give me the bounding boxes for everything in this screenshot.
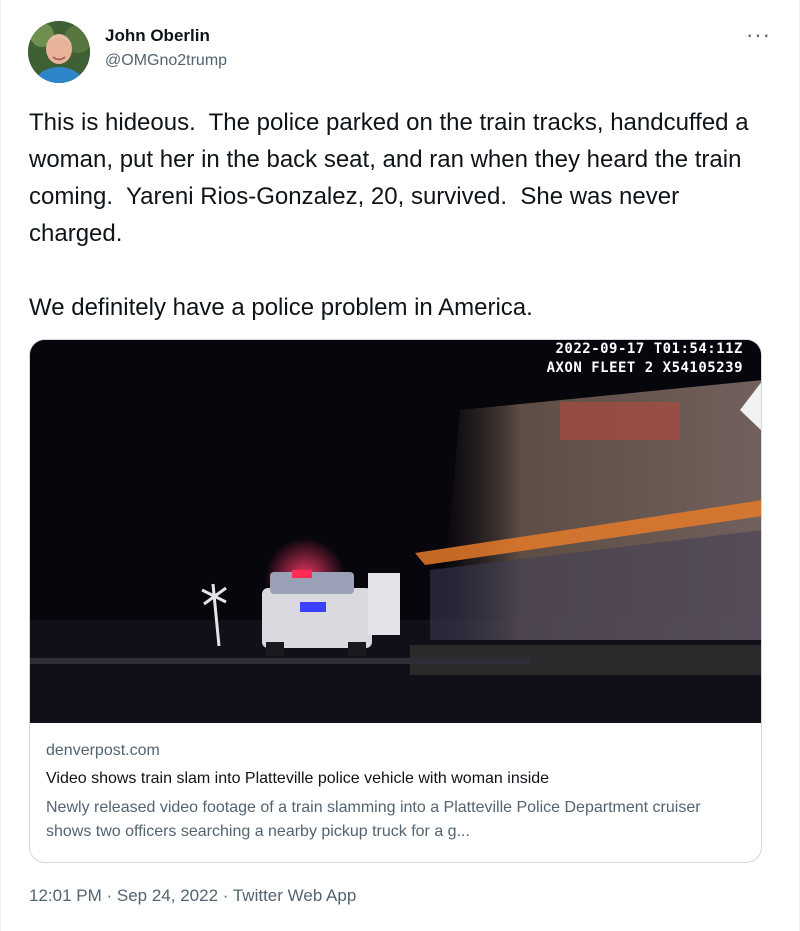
tweet-time[interactable]: 12:01 PM: [29, 886, 102, 905]
overlay-timestamp: 2022-09-17 T01:54:11Z: [555, 341, 743, 357]
card-title: Video shows train slam into Platteville …: [46, 770, 550, 787]
link-card[interactable]: 2022-09-17 T01:54:11Z AXON FLEET 2 X5410…: [29, 339, 762, 863]
tweet-footer: 12:01 PM · Sep 24, 2022 · Twitter Web Ap…: [29, 884, 356, 908]
footer-separator: ·: [101, 886, 117, 905]
tweet-source[interactable]: Twitter Web App: [233, 886, 356, 905]
tweet-text: This is hideous. The police parked on th…: [29, 109, 749, 321]
tweet: John Oberlin @OMGno2trump ··· This is hi…: [0, 0, 800, 931]
video-overlay-stamp: 2022-09-17 T01:54:11Z AXON FLEET 2 X5410…: [547, 340, 743, 378]
more-options-icon[interactable]: ···: [746, 22, 771, 48]
footer-separator-2: ·: [218, 886, 233, 905]
author-handle[interactable]: @OMGno2trump: [105, 49, 227, 73]
card-domain: denverpost.com: [46, 742, 160, 759]
card-image: 2022-09-17 T01:54:11Z AXON FLEET 2 X5410…: [30, 340, 761, 723]
author-block: John Oberlin @OMGno2trump: [105, 25, 227, 73]
overlay-device: AXON FLEET 2 X54105239: [546, 360, 743, 376]
card-meta: denverpost.com Video shows train slam in…: [46, 738, 746, 844]
avatar[interactable]: [28, 21, 90, 83]
tweet-date[interactable]: Sep 24, 2022: [117, 886, 218, 905]
card-description: Newly released video footage of a train …: [46, 799, 701, 840]
author-name[interactable]: John Oberlin: [105, 25, 227, 47]
